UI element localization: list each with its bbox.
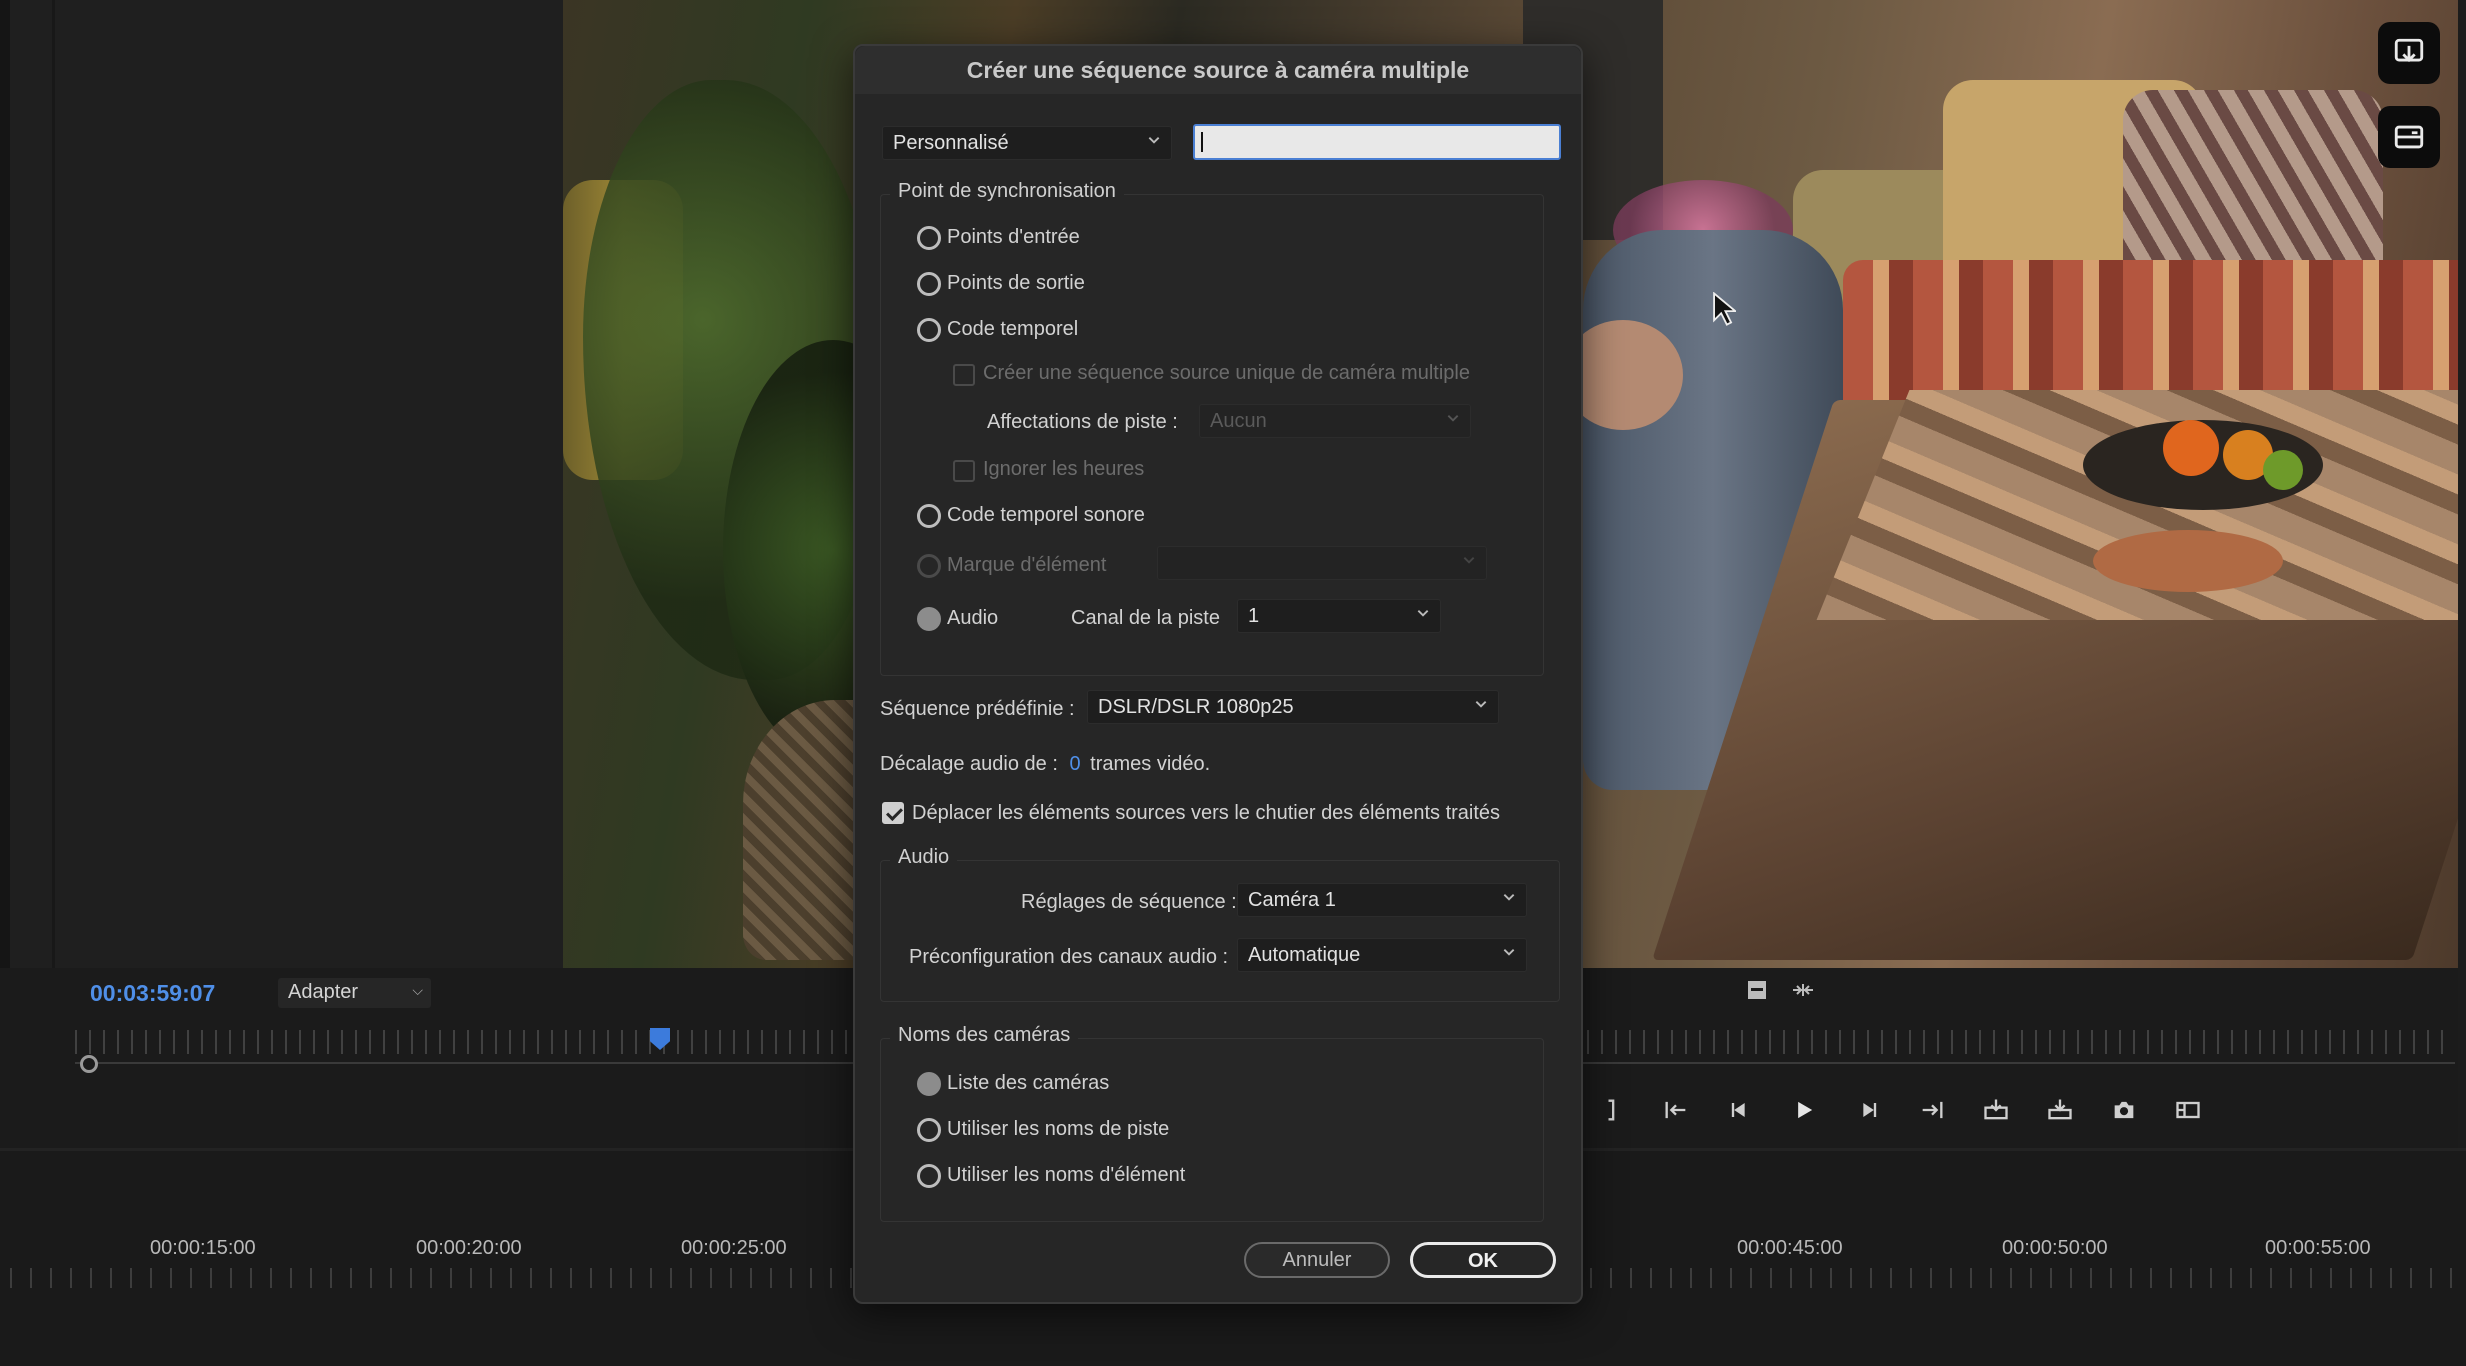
scene-orange <box>2163 420 2219 476</box>
sequence-name-input[interactable] <box>1193 124 1561 160</box>
play-icon[interactable] <box>1772 1090 1836 1130</box>
single-sequence-checkbox[interactable] <box>953 364 975 386</box>
ok-button[interactable]: OK <box>1410 1242 1556 1278</box>
camera-list-label: Liste des caméras <box>947 1072 1110 1094</box>
audio-offset-label: Décalage audio de : <box>880 753 1058 775</box>
ignore-hours-checkbox[interactable] <box>953 460 975 482</box>
move-sources-checkbox[interactable] <box>882 802 904 824</box>
chevron-down-icon <box>1463 557 1475 564</box>
audio-offset-unit: trames vidéo. <box>1090 753 1211 775</box>
go-to-in-icon[interactable] <box>1644 1090 1708 1130</box>
zoom-fit-select[interactable]: Adapter ⌵ <box>278 978 431 1008</box>
sequence-settings-label: Réglages de séquence : <box>1021 891 1237 913</box>
sync-point-title: Point de synchronisation <box>890 180 1124 203</box>
track-channel-select[interactable]: 1 <box>1237 599 1441 633</box>
audio-offset-line: Décalage audio de : 0 trames vidéo. <box>880 753 1210 776</box>
zoom-fit-label: Adapter <box>288 981 359 1003</box>
camera-icon[interactable] <box>2092 1090 2156 1130</box>
multicam-source-sequence-dialog: Créer une séquence source à caméra multi… <box>853 44 1583 1304</box>
sequence-settings-select[interactable]: Caméra 1 <box>1237 883 1527 917</box>
channel-preset-label: Préconfiguration des canaux audio : <box>909 946 1229 968</box>
audio-group-title: Audio <box>890 846 958 869</box>
chevron-down-icon <box>1503 949 1515 956</box>
audio-label: Audio <box>947 607 999 629</box>
audio-offset-value[interactable]: 0 <box>1069 753 1080 775</box>
audio-group <box>880 860 1560 1002</box>
timecode-label: Code temporel <box>947 318 1079 340</box>
move-sources-label: Déplacer les éléments sources vers le ch… <box>912 802 1501 824</box>
clip-names-label: Utiliser les noms d'élément <box>947 1164 1186 1186</box>
track-channel-value: 1 <box>1248 605 1260 627</box>
channel-preset-value: Automatique <box>1248 944 1361 966</box>
timeline-time-label: 00:00:15:00 <box>150 1237 256 1259</box>
overwrite-icon[interactable] <box>2028 1090 2092 1130</box>
track-assign-select[interactable]: Aucun <box>1199 404 1471 438</box>
preset-select-value: Personnalisé <box>893 132 1009 154</box>
dialog-title: Créer une séquence source à caméra multi… <box>855 46 1581 94</box>
camera-list-radio[interactable] <box>917 1072 941 1096</box>
channel-preset-select[interactable]: Automatique <box>1237 938 1527 972</box>
cancel-button[interactable]: Annuler <box>1244 1242 1390 1278</box>
audio-timecode-label: Code temporel sonore <box>947 504 1145 526</box>
multicam-view-icon[interactable] <box>2156 1090 2220 1130</box>
clip-marker-label: Marque d'élément <box>947 554 1107 576</box>
panel-toggle-icon[interactable] <box>2378 106 2440 168</box>
mouse-cursor-icon <box>1713 292 1736 326</box>
step-back-icon[interactable] <box>1708 1090 1772 1130</box>
chevron-down-icon <box>1148 137 1160 144</box>
chevron-down-icon: ⌵ <box>412 982 423 998</box>
go-to-out-icon[interactable] <box>1900 1090 1964 1130</box>
track-names-radio[interactable] <box>917 1118 941 1142</box>
in-points-label: Points d'entrée <box>947 226 1080 248</box>
track-names-label: Utiliser les noms de piste <box>947 1118 1170 1140</box>
preset-select[interactable]: Personnalisé <box>882 126 1172 160</box>
track-assign-value: Aucun <box>1210 410 1267 432</box>
chevron-down-icon <box>1417 610 1429 617</box>
out-points-label: Points de sortie <box>947 272 1085 294</box>
scene-lime <box>2263 450 2303 490</box>
clip-marker-select[interactable] <box>1157 546 1487 580</box>
side-toolbar <box>2378 22 2442 190</box>
in-points-radio[interactable] <box>917 226 941 250</box>
scene-coaster <box>2093 530 2283 592</box>
preset-sequence-label: Séquence prédéfinie : <box>880 698 1075 720</box>
single-sequence-label: Créer une séquence source unique de camé… <box>983 362 1470 384</box>
playhead-timecode[interactable]: 00:03:59:07 <box>90 980 215 1007</box>
clip-names-radio[interactable] <box>917 1164 941 1188</box>
step-forward-icon[interactable] <box>1836 1090 1900 1130</box>
audio-timecode-radio[interactable] <box>917 504 941 528</box>
ignore-hours-label: Ignorer les heures <box>983 458 1145 480</box>
timecode-radio[interactable] <box>917 318 941 342</box>
preset-sequence-select[interactable]: DSLR/DSLR 1080p25 <box>1087 690 1499 724</box>
track-assign-label: Affectations de piste : <box>987 411 1178 433</box>
clip-marker-radio[interactable] <box>917 554 941 578</box>
zoom-scroll-handle[interactable] <box>80 1055 98 1073</box>
chevron-down-icon <box>1503 894 1515 901</box>
preset-sequence-value: DSLR/DSLR 1080p25 <box>1098 696 1294 718</box>
safe-margins-icon[interactable] <box>1745 978 1769 1002</box>
timeline-time-label: 00:00:50:00 <box>2002 1237 2108 1259</box>
chevron-down-icon <box>1447 415 1459 422</box>
insert-icon[interactable] <box>1964 1090 2028 1130</box>
monitor-mini-icons <box>1745 978 1815 1002</box>
transport-controls <box>1580 1090 2220 1130</box>
mark-out-bracket-icon[interactable] <box>1580 1090 1644 1130</box>
download-icon[interactable] <box>2378 22 2440 84</box>
audio-radio[interactable] <box>917 607 941 631</box>
chevron-down-icon <box>1475 701 1487 708</box>
out-points-radio[interactable] <box>917 272 941 296</box>
trim-icon[interactable] <box>1791 978 1815 1002</box>
sequence-settings-value: Caméra 1 <box>1248 889 1336 911</box>
timeline-time-label: 00:00:20:00 <box>416 1237 522 1259</box>
timeline-time-label: 00:00:25:00 <box>681 1237 787 1259</box>
camera-names-title: Noms des caméras <box>890 1024 1079 1047</box>
timeline-time-label: 00:00:55:00 <box>2265 1237 2371 1259</box>
timeline-time-label: 00:00:45:00 <box>1737 1237 1843 1259</box>
track-channel-label: Canal de la piste <box>1071 607 1220 629</box>
